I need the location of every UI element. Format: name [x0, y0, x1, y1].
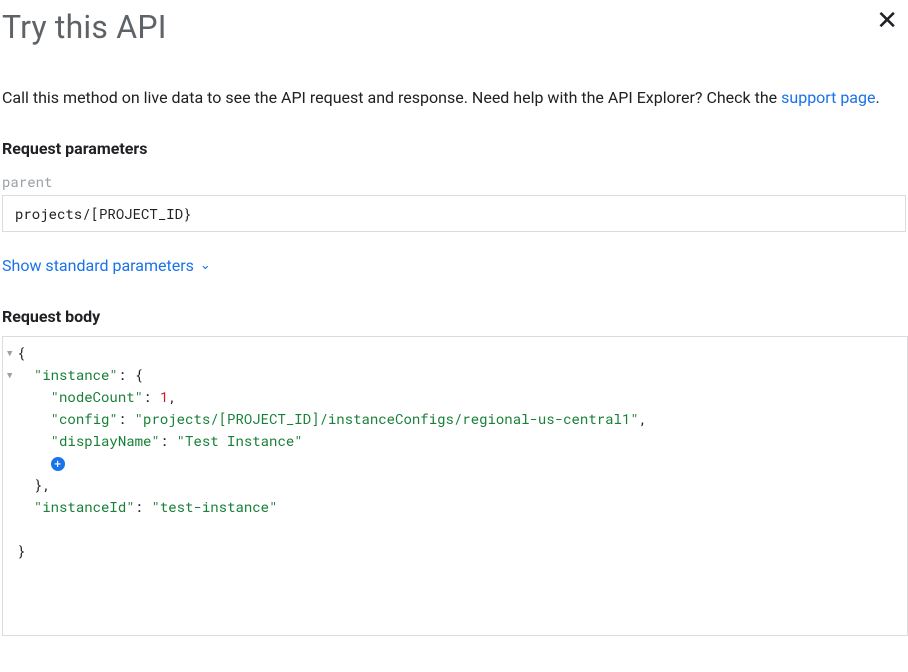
json-value-displayname: "Test Instance" [177, 431, 303, 450]
json-brace: { [17, 343, 25, 362]
expand-label: Show standard parameters [2, 256, 194, 275]
support-page-link[interactable]: support page [781, 88, 875, 107]
json-punc: : [160, 431, 177, 450]
json-punc: : { [118, 365, 143, 384]
json-value-nodecount: 1 [160, 387, 168, 406]
json-key-instanceid: "instanceId" [34, 497, 135, 516]
json-key-displayname: "displayName" [51, 431, 160, 450]
close-icon[interactable]: ✕ [868, 8, 906, 34]
json-key-nodecount: "nodeCount" [51, 387, 143, 406]
request-body-heading: Request body [2, 307, 906, 326]
json-punc: : [135, 497, 152, 516]
chevron-down-icon: ⌄ [200, 258, 211, 273]
fold-arrow-icon[interactable]: ▼ [7, 343, 12, 365]
json-punc: : [143, 387, 160, 406]
json-key-instance: "instance" [34, 365, 118, 384]
fold-arrow-icon[interactable]: ▼ [7, 365, 12, 387]
json-punc: , [168, 387, 176, 406]
add-property-button[interactable]: + [51, 457, 65, 471]
description-main: Call this method on live data to see the… [2, 88, 781, 107]
json-punc: , [639, 409, 647, 428]
page-title: Try this API [2, 8, 167, 46]
json-brace: }, [34, 475, 51, 494]
json-value-instanceid: "test-instance" [151, 497, 277, 516]
param-label-parent: parent [2, 172, 906, 191]
description-suffix: . [875, 88, 879, 107]
request-body-editor[interactable]: ▼ ▼ { "instance": { "nodeCount": 1, "con… [2, 336, 908, 636]
json-brace: } [17, 541, 25, 560]
request-params-heading: Request parameters [2, 139, 906, 158]
json-value-config: "projects/[PROJECT_ID]/instanceConfigs/r… [135, 409, 639, 428]
show-standard-params-toggle[interactable]: Show standard parameters ⌄ [2, 256, 211, 275]
json-punc: : [118, 409, 135, 428]
description-text: Call this method on live data to see the… [2, 86, 906, 111]
parent-input[interactable] [2, 195, 906, 232]
json-key-config: "config" [51, 409, 118, 428]
